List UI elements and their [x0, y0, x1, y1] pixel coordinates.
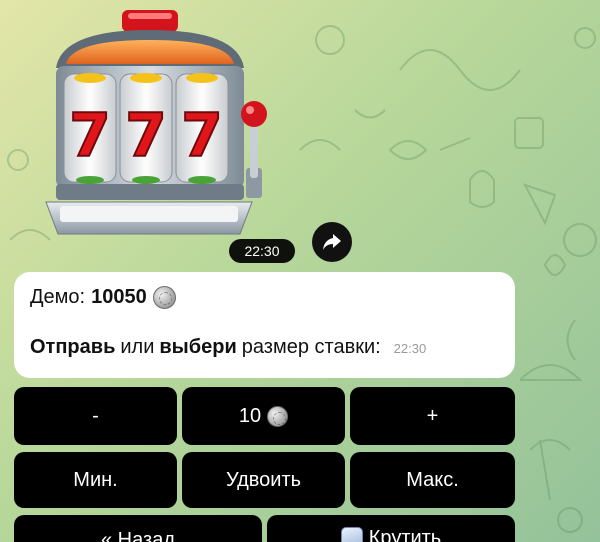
decrease-stake-label: - — [92, 404, 99, 427]
reel-1-symbol: 7 — [69, 101, 111, 171]
spin-button[interactable]: Крутить — [267, 515, 515, 542]
decrease-stake-button[interactable]: - — [14, 387, 177, 445]
current-stake-button[interactable]: 10 — [182, 387, 345, 445]
reel-2-symbol: 7 — [125, 101, 167, 171]
min-stake-button[interactable]: Мин. — [14, 452, 177, 508]
share-arrow-icon — [323, 234, 341, 250]
double-stake-label: Удвоить — [225, 468, 302, 491]
demo-label: Демо: — [30, 285, 86, 308]
sticker-timestamp: 22:30 — [229, 239, 295, 263]
bot-message-bubble: Демо: 10050 Отправь или выбери размер ст… — [14, 272, 515, 378]
stake-prompt-text: размер ставки: — [241, 336, 381, 358]
max-stake-label: Макс. — [406, 468, 459, 491]
share-button[interactable] — [312, 222, 352, 262]
send-word: Отправь — [30, 336, 116, 358]
message-timestamp: 22:30 — [393, 341, 427, 356]
double-stake-button[interactable]: Удвоить — [182, 452, 345, 508]
slot-machine-sticker: 7 7 7 — [45, 10, 267, 235]
current-stake-value: 10 — [238, 404, 262, 427]
balance-value: 10050 — [91, 285, 147, 308]
or-word: или — [120, 336, 155, 358]
back-button[interactable]: « Назад — [14, 515, 262, 542]
coin-icon — [267, 405, 289, 427]
spin-label: Крутить — [368, 527, 442, 542]
coin-icon — [152, 285, 176, 309]
cube-icon — [340, 527, 363, 542]
increase-stake-label: + — [426, 404, 439, 427]
min-stake-label: Мин. — [73, 468, 118, 491]
choose-word: выбери — [159, 336, 237, 358]
balance-line: Демо: 10050 — [30, 284, 499, 310]
increase-stake-button[interactable]: + — [350, 387, 515, 445]
back-label: « Назад — [101, 529, 175, 542]
max-stake-button[interactable]: Макс. — [350, 452, 515, 508]
prompt-line: Отправь или выбери размер ставки: 22:30 — [30, 336, 499, 359]
reel-3-symbol: 7 — [181, 101, 223, 171]
